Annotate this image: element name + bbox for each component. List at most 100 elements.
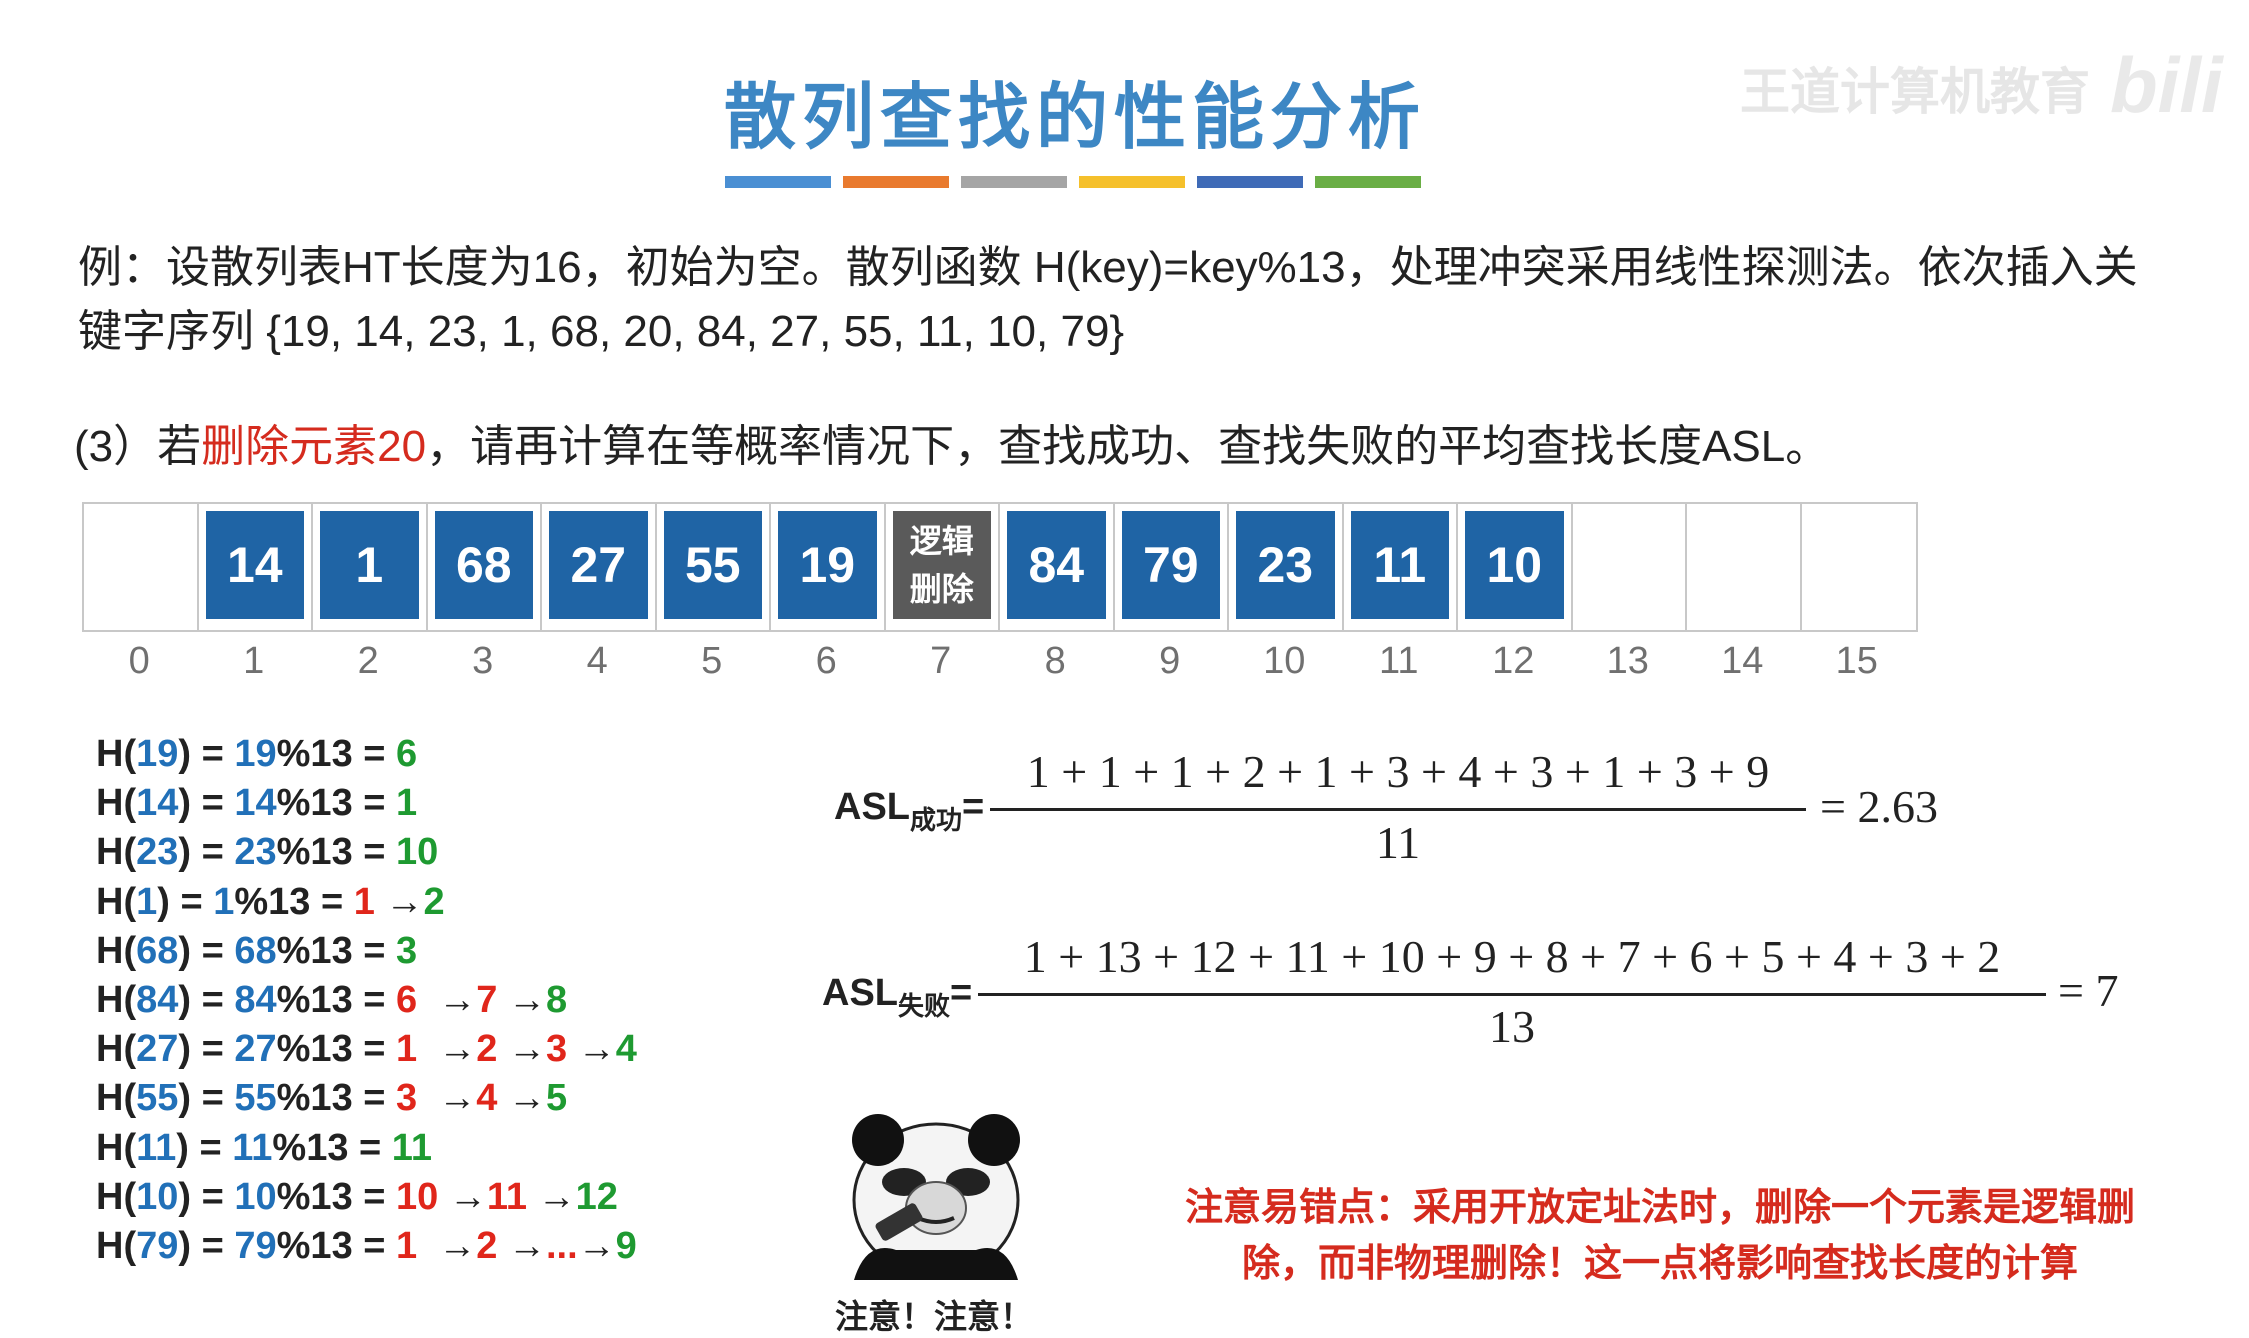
hash-line-part: 1	[396, 1028, 418, 1071]
deleted-marker-line: 逻辑	[909, 523, 974, 559]
hash-line-part: →	[417, 1077, 477, 1120]
table-cell-8: 84	[1000, 504, 1115, 630]
hash-line-part: 9	[615, 1224, 637, 1267]
hash-line-part: 23	[136, 831, 179, 874]
table-cell-15	[1802, 504, 1917, 630]
table-key: 10	[1465, 511, 1564, 619]
hash-line-part: 10	[136, 1175, 179, 1218]
hash-line: H(14) = 14%13 = 1	[96, 779, 637, 828]
table-cell-11: 11	[1344, 504, 1458, 630]
hash-line-part: →	[497, 1028, 546, 1071]
hash-line-part: →	[374, 880, 424, 923]
hash-line-part: 19	[234, 733, 277, 775]
title-underline	[725, 176, 1421, 188]
hash-line: H(84) = 84%13 = 6 →7 →8	[96, 976, 637, 1025]
hash-line-part: %13 =	[272, 1126, 392, 1169]
table-index: 12	[1492, 640, 1535, 682]
table-key: 14	[205, 511, 304, 619]
table-cell-3: 68	[428, 504, 542, 630]
hash-line-part: H(	[96, 831, 137, 874]
hash-line-part: H(	[96, 1175, 137, 1218]
hash-line-part: 14	[136, 782, 179, 825]
hash-line-part: %13 =	[276, 1028, 397, 1071]
table-cell-1: 14	[199, 504, 313, 630]
hash-line-part: 3	[396, 1077, 418, 1120]
table-key: 11	[1350, 511, 1449, 619]
hash-line-part: %13 =	[276, 1224, 397, 1267]
hash-line-part: →	[417, 1028, 477, 1071]
hash-line-part: ) =	[178, 929, 235, 972]
hash-line-part: 79	[234, 1224, 277, 1267]
problem-statement: 例：设散列表HT长度为16，初始为空。散列函数 H(key)=key%13，处理…	[78, 243, 2138, 356]
hash-line-part: 68	[136, 929, 179, 972]
hash-line: H(1) = 1%13 = 1 →2	[96, 878, 637, 927]
table-key: 55	[663, 511, 762, 619]
hash-line-part: 55	[136, 1077, 179, 1120]
table-index: 2	[357, 640, 379, 682]
hash-line-part: →	[497, 1224, 546, 1267]
table-index: 8	[1044, 640, 1066, 682]
hash-computation-list: H(19) = 19%13 = 6 H(14) = 14%13 = 1 H(23) …	[96, 730, 637, 1271]
hash-line-part: %13 =	[276, 782, 397, 825]
hash-line: H(55) = 55%13 = 3 →4 →5	[96, 1074, 637, 1123]
asl-success-label: ASL成功=	[834, 786, 985, 835]
table-cell-14	[1687, 504, 1802, 630]
deleted-marker-line: 删除	[909, 571, 974, 607]
hash-line-part: 23	[234, 831, 277, 874]
title-underline-segment	[961, 176, 1067, 188]
table-index: 5	[701, 640, 723, 682]
table-index: 0	[128, 640, 150, 682]
asl-fail-fraction-line	[978, 993, 2046, 996]
hash-line-part: H(	[96, 929, 137, 972]
title-underline-segment	[843, 176, 949, 188]
hash-line-part: →	[497, 1077, 546, 1120]
deleted-marker: 逻辑 删除	[892, 511, 991, 619]
hash-line-part: 2	[476, 1028, 498, 1071]
meme-caption: 注意！注意！	[835, 1298, 1033, 1335]
hash-line: H(68) = 68%13 = 3	[96, 927, 637, 976]
hash-line-part: %13 =	[276, 929, 397, 972]
hash-line-part: 68	[234, 929, 277, 972]
hash-line-part: %13 =	[234, 880, 354, 923]
table-index: 13	[1606, 640, 1649, 682]
table-cell-5: 55	[657, 504, 771, 630]
hash-line-part: ...	[545, 1224, 578, 1267]
hash-line: H(27) = 27%13 = 1 →2 →3 →4	[96, 1025, 637, 1074]
hash-line-part: ) =	[176, 1126, 233, 1169]
hash-line-part: H(	[96, 1077, 137, 1120]
hash-line-part: 8	[545, 978, 568, 1021]
hash-line-part: H(	[96, 733, 137, 775]
table-key: 27	[549, 511, 648, 619]
question-highlight: 删除元素20	[201, 422, 427, 471]
question-suffix: ，请再计算在等概率情况下，查找成功、查找失败的平均查找长度ASL。	[426, 422, 1830, 471]
hash-line: H(11) = 11%13 = 11	[96, 1124, 637, 1173]
hash-line-part: 1	[213, 880, 235, 923]
watermark-logo: bili	[2110, 41, 2223, 129]
hash-line-part: 2	[476, 1224, 498, 1267]
table-key: 19	[778, 511, 877, 619]
hash-line: H(79) = 79%13 = 1 →2 →...→9	[96, 1222, 637, 1271]
hash-line-part: ) =	[178, 733, 235, 775]
hash-line-part: 1	[396, 1224, 418, 1267]
hash-line-part: 10	[396, 1175, 439, 1218]
table-key: 68	[434, 511, 533, 619]
hash-line-part: 11	[391, 1126, 432, 1169]
title-underline-segment	[1315, 176, 1421, 188]
table-cell-10: 23	[1229, 504, 1344, 630]
table-index: 11	[1379, 640, 1419, 682]
table-cell-6: 19	[771, 504, 886, 630]
hash-line-part: 55	[234, 1077, 277, 1120]
table-key: 84	[1007, 511, 1106, 619]
hash-line-part: %13 =	[276, 978, 397, 1021]
table-index: 14	[1721, 640, 1764, 682]
table-index: 6	[815, 640, 837, 682]
hash-line-part: 19	[136, 733, 179, 775]
hash-line: H(19) = 19%13 = 6	[96, 730, 637, 779]
table-cell-13	[1573, 504, 1687, 630]
hash-line-part: ) =	[178, 782, 235, 825]
hash-line-part: →	[567, 1028, 616, 1071]
table-index: 10	[1263, 640, 1306, 682]
panda-meme-image	[836, 1110, 1036, 1280]
hash-line-part: H(	[96, 1028, 137, 1071]
hash-line-part: ) =	[178, 978, 235, 1021]
